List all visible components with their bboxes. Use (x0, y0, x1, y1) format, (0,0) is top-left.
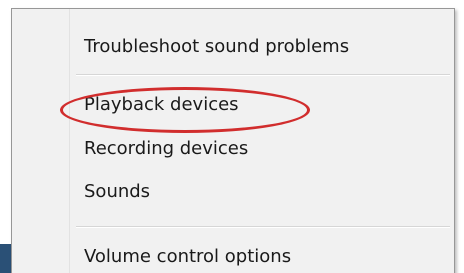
screenshot-stage: Troubleshoot sound problems Playback dev… (0, 0, 464, 273)
menu-separator (76, 74, 450, 76)
menu-item-troubleshoot-sound-problems[interactable]: Troubleshoot sound problems (72, 29, 442, 63)
sound-context-menu: Troubleshoot sound problems Playback dev… (11, 8, 455, 273)
menu-item-volume-control-options[interactable]: Volume control options (72, 239, 442, 273)
menu-separator (76, 226, 450, 228)
menu-icon-gutter (12, 9, 70, 273)
menu-item-recording-devices[interactable]: Recording devices (72, 131, 442, 165)
menu-item-label: Troubleshoot sound problems (84, 35, 350, 57)
menu-item-playback-devices[interactable]: Playback devices (72, 87, 442, 121)
menu-item-label: Sounds (84, 180, 151, 202)
menu-item-label: Playback devices (84, 93, 239, 115)
menu-item-label: Recording devices (84, 137, 249, 159)
menu-item-sounds[interactable]: Sounds (72, 174, 442, 208)
menu-item-label: Volume control options (84, 245, 292, 267)
